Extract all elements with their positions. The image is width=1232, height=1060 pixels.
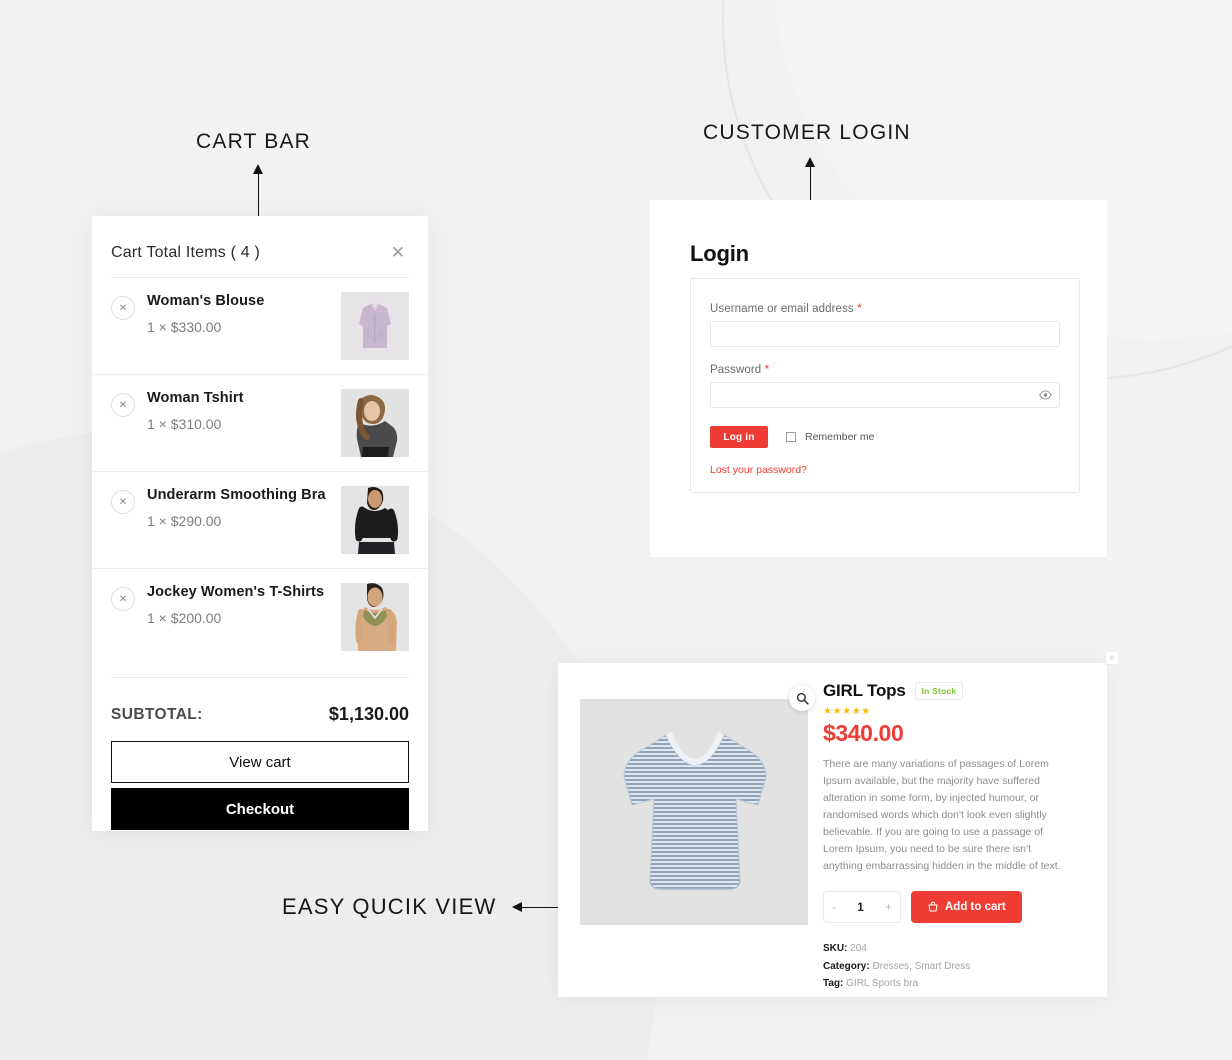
quantity-stepper[interactable]: - 1 + xyxy=(823,891,901,923)
striped-blue-vneck-tshirt-image xyxy=(580,699,808,925)
quick-view-details: ✕ GIRL Tops In Stock ★★★★★ $340.00 There… xyxy=(823,651,1119,997)
password-label: Password * xyxy=(710,362,1060,376)
cart-item-body: Underarm Smoothing Bra 1 × $290.00 xyxy=(135,486,341,529)
model-olive-bra-image xyxy=(341,583,409,651)
lost-password-link[interactable]: Lost your password? xyxy=(710,464,807,476)
product-price: $340.00 xyxy=(823,720,904,746)
password-required-marker: * xyxy=(764,362,770,376)
model-grey-tshirt-image xyxy=(341,389,409,457)
quantity-value[interactable]: 1 xyxy=(857,900,864,914)
cart-item: ✕ Woman's Blouse 1 × $330.00 xyxy=(92,278,428,374)
cart-item-qty-price: 1 × $290.00 xyxy=(147,512,222,529)
basket-icon xyxy=(928,901,938,912)
username-input[interactable] xyxy=(710,321,1060,347)
password-label-text: Password xyxy=(710,364,762,376)
remove-icon[interactable]: ✕ xyxy=(111,587,135,611)
sku-value: 204 xyxy=(850,943,867,954)
subtotal-label: SUBTOTAL: xyxy=(111,705,203,723)
login-button[interactable]: Log in xyxy=(710,426,768,448)
quick-view-media xyxy=(558,663,823,997)
remember-me-checkbox[interactable] xyxy=(786,432,796,442)
login-actions: Log in Remember me xyxy=(710,426,1060,448)
cart-item-thumbnail[interactable] xyxy=(341,486,409,554)
subtotal-value: $1,130.00 xyxy=(328,704,409,724)
cart-item-thumbnail[interactable] xyxy=(341,292,409,360)
close-icon[interactable]: ✕ xyxy=(387,242,409,263)
password-field-wrapper xyxy=(710,382,1060,408)
cart-item-thumbnail[interactable] xyxy=(341,389,409,457)
remember-me-label: Remember me xyxy=(805,431,875,443)
rating-stars: ★★★★★ xyxy=(823,706,871,717)
cart-item-qty-price: 1 × $330.00 xyxy=(147,318,222,335)
cart-item-name: Underarm Smoothing Bra xyxy=(147,487,326,503)
magnifier-glyph xyxy=(796,692,809,705)
quick-view-panel: ✕ GIRL Tops In Stock ★★★★★ $340.00 There… xyxy=(558,651,1119,997)
category-value[interactable]: Dresses, Smart Dress xyxy=(872,961,970,972)
status-badge: In Stock xyxy=(914,682,964,700)
cart-item-body: Jockey Women's T-Shirts 1 × $200.00 xyxy=(135,583,341,626)
blouse-lilac-image xyxy=(341,292,409,360)
sku-label: SKU: xyxy=(823,943,848,954)
cart-item-qty-price: 1 × $200.00 xyxy=(147,609,222,626)
cart-item-name: Woman Tshirt xyxy=(147,390,244,406)
product-description: There are many variations of passages of… xyxy=(823,758,1061,872)
magnifier-icon[interactable] xyxy=(789,685,815,711)
cart-item-thumbnail[interactable] xyxy=(341,583,409,651)
cart-item: ✕ Jockey Women's T-Shirts 1 × $200.00 xyxy=(92,568,428,665)
view-cart-button[interactable]: View cart xyxy=(111,741,409,783)
username-label-text: Username or email address xyxy=(710,303,854,315)
quantity-increment-button[interactable]: + xyxy=(885,900,892,914)
remove-icon[interactable]: ✕ xyxy=(111,393,135,417)
annotation-arrow-login-head xyxy=(805,157,815,167)
username-label: Username or email address * xyxy=(710,301,1060,315)
quantity-decrement-button[interactable]: - xyxy=(832,900,836,914)
cart-item-body: Woman's Blouse 1 × $330.00 xyxy=(135,292,341,335)
checkout-button[interactable]: Checkout xyxy=(111,788,409,830)
product-title: GIRL Tops xyxy=(823,681,906,700)
username-required-marker: * xyxy=(857,301,862,315)
add-to-cart-button[interactable]: Add to cart xyxy=(911,891,1022,923)
sku-row: SKU: 204 xyxy=(823,940,1085,958)
annotation-cart-bar: CART BAR xyxy=(196,130,312,153)
product-meta: SKU: 204 Category: Dresses, Smart Dress … xyxy=(823,940,1085,993)
subtotal-row: SUBTOTAL: $1,130.00 xyxy=(92,678,428,741)
tag-value[interactable]: GIRL Sports bra xyxy=(846,978,918,989)
annotation-arrow-cart-line xyxy=(258,172,259,218)
cart-item: ✕ Woman Tshirt 1 × $310.00 xyxy=(92,374,428,471)
customer-login-panel: Login Username or email address * Passwo… xyxy=(650,200,1107,557)
annotation-easy-quick-view: EASY QUCIK VIEW xyxy=(282,894,497,919)
page-canvas: CART BAR CUSTOMER LOGIN EASY QUCIK VIEW … xyxy=(0,0,1232,1060)
add-to-cart-label: Add to cart xyxy=(945,901,1006,913)
tag-row: Tag: GIRL Sports bra xyxy=(823,975,1085,993)
annotation-customer-login: CUSTOMER LOGIN xyxy=(703,121,911,144)
cart-item-name: Jockey Women's T-Shirts xyxy=(147,584,325,600)
remember-me-group[interactable]: Remember me xyxy=(786,431,874,443)
cart-bar-panel: Cart Total Items ( 4 ) ✕ ✕ Woman's Blous… xyxy=(92,216,428,831)
login-form: Username or email address * Password * L… xyxy=(690,278,1080,493)
cart-item: ✕ Underarm Smoothing Bra 1 × $290.00 xyxy=(92,471,428,568)
tag-label: Tag: xyxy=(823,978,844,989)
category-row: Category: Dresses, Smart Dress xyxy=(823,958,1085,976)
cart-title: Cart Total Items ( 4 ) xyxy=(111,243,261,261)
field-spacer xyxy=(710,347,1060,362)
purchase-controls: - 1 + Add to cart xyxy=(823,891,1085,923)
cart-item-qty-price: 1 × $310.00 xyxy=(147,415,222,432)
cart-header: Cart Total Items ( 4 ) ✕ xyxy=(92,216,428,277)
annotation-arrow-cart-head xyxy=(253,164,263,174)
product-image[interactable] xyxy=(580,699,808,925)
eye-icon[interactable] xyxy=(1039,389,1052,402)
cart-item-name: Woman's Blouse xyxy=(147,293,265,309)
annotation-arrow-quickview-head xyxy=(512,902,522,912)
remove-icon[interactable]: ✕ xyxy=(111,296,135,320)
remove-icon[interactable]: ✕ xyxy=(111,490,135,514)
login-heading: Login xyxy=(690,241,749,266)
annotation-arrow-login-line xyxy=(810,165,811,205)
password-input[interactable] xyxy=(710,382,1060,408)
close-icon[interactable]: ✕ xyxy=(1105,651,1119,665)
model-black-crop-image xyxy=(341,486,409,554)
cart-actions: View cart Checkout xyxy=(92,741,428,852)
product-title-row: GIRL Tops In Stock xyxy=(823,681,1085,701)
cart-item-body: Woman Tshirt 1 × $310.00 xyxy=(135,389,341,432)
category-label: Category: xyxy=(823,960,870,972)
